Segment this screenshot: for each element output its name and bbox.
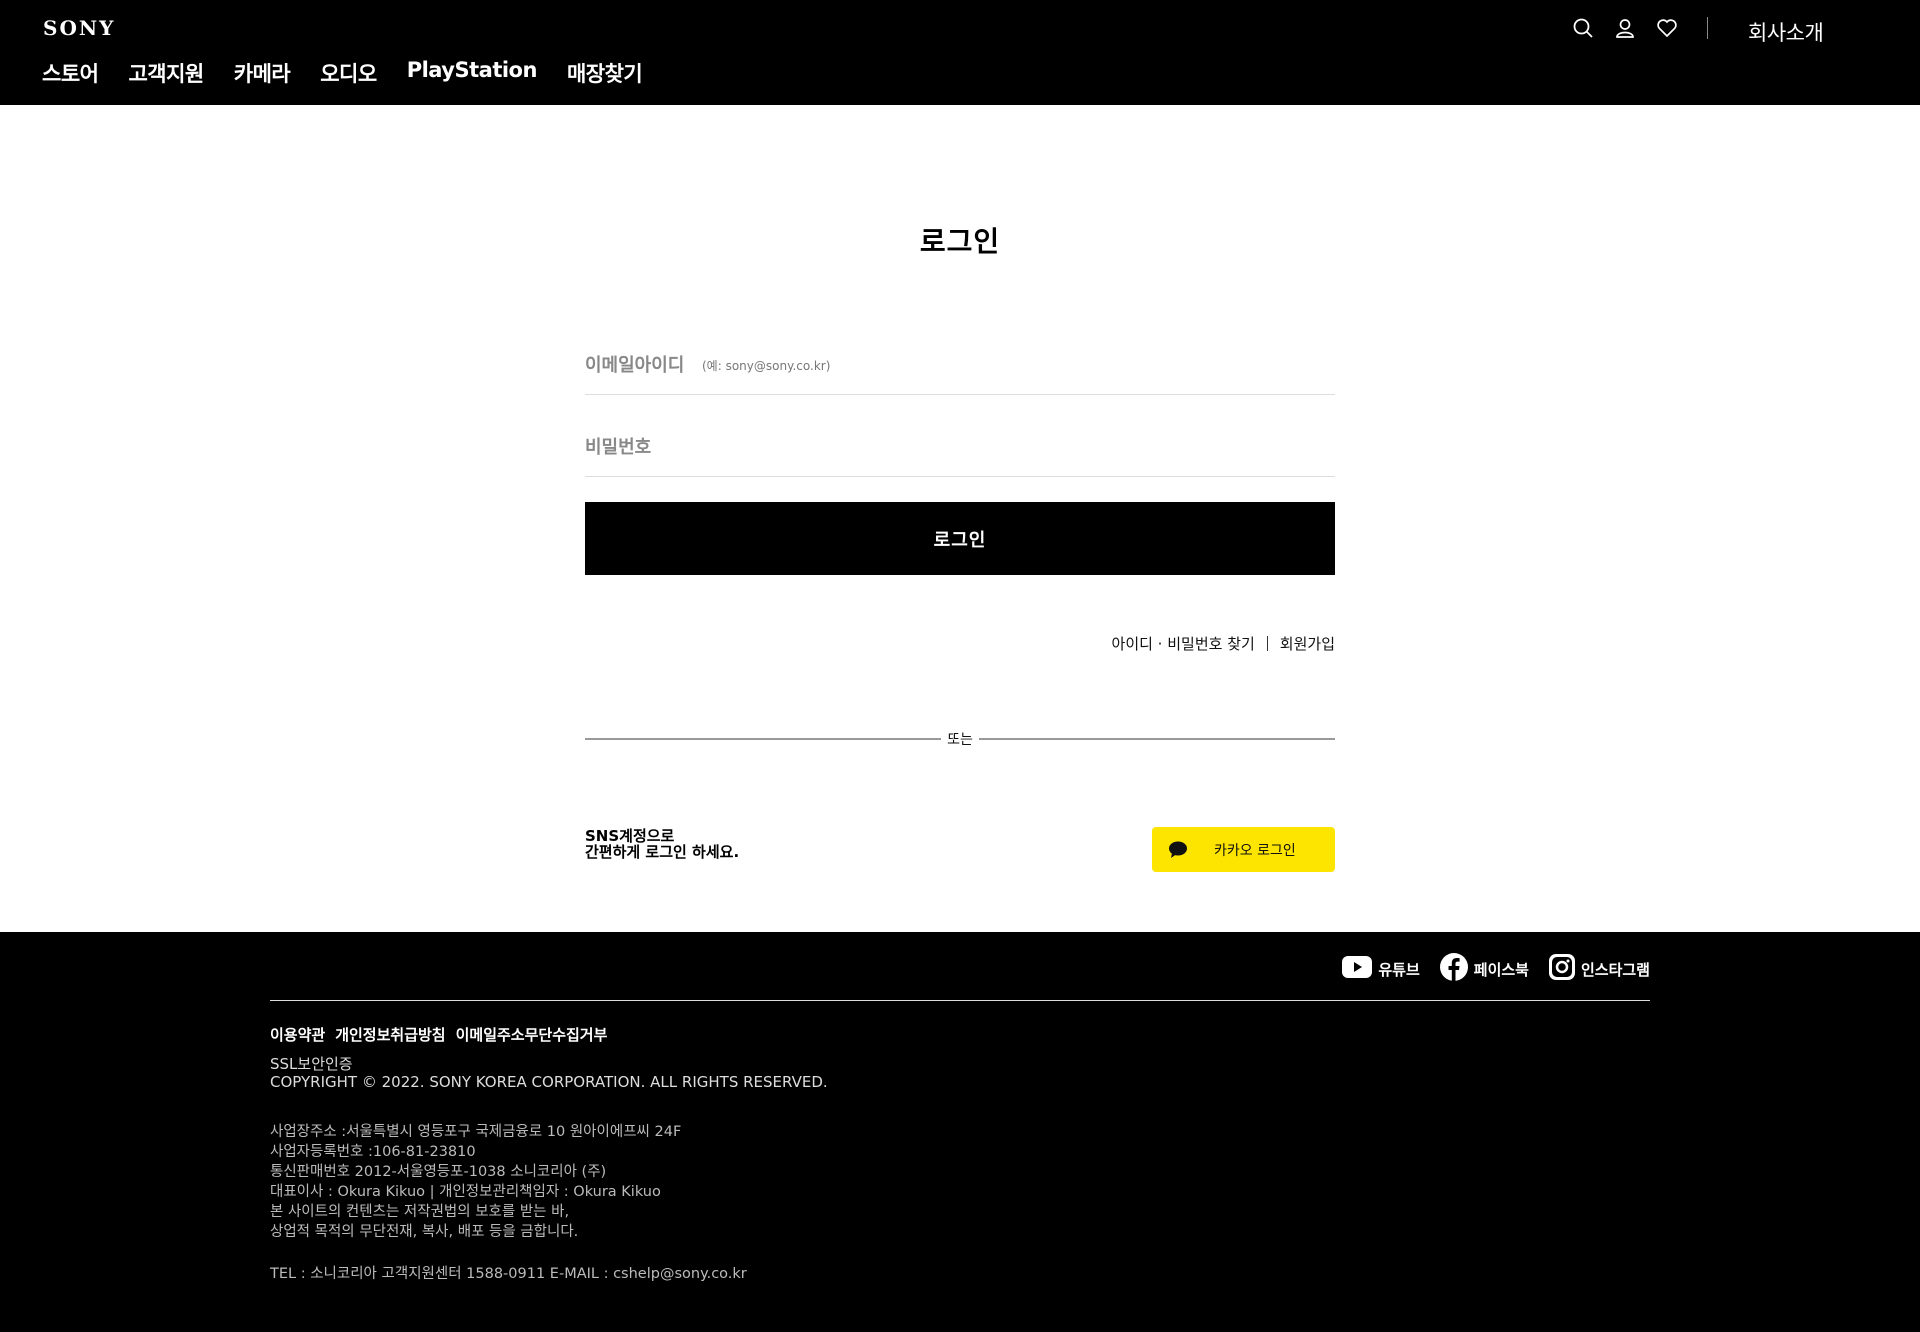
nav-item-store[interactable]: 스토어 (42, 58, 99, 88)
company-intro-link[interactable]: 회사소개 (1748, 17, 1824, 47)
email-collection-refusal-link[interactable]: 이메일주소무단수집거부 (456, 1024, 608, 1045)
link-separator (1266, 636, 1268, 651)
page-title: 로그인 (919, 225, 1001, 258)
contact-info: TEL : 소니코리아 고객지원센터 1588-0911 E-MAIL : cs… (270, 1266, 747, 1282)
speech-bubble-icon (1168, 840, 1188, 860)
facebook-icon (1439, 953, 1468, 985)
password-field[interactable]: 비밀번호 (585, 430, 1335, 477)
nav-item-camera[interactable]: 카메라 (234, 58, 291, 88)
sony-logo[interactable]: SONY (43, 16, 115, 40)
or-text: 또는 (941, 732, 979, 748)
footer-divider (270, 1000, 1650, 1001)
company-info-line: 본 사이트의 컨텐츠는 저작권법의 보호를 받는 바, (270, 1204, 570, 1220)
header-icons (1572, 17, 1678, 39)
kakao-login-button[interactable]: 카카오 로그인 (1152, 827, 1335, 872)
find-id-password-link[interactable]: 아이디 · 비밀번호 찾기 (1112, 633, 1255, 654)
account-links: 아이디 · 비밀번호 찾기 회원가입 (1112, 633, 1335, 654)
email-input[interactable] (585, 348, 1335, 394)
terms-link[interactable]: 이용약관 (270, 1024, 325, 1045)
privacy-policy-link[interactable]: 개인정보취급방침 (335, 1024, 445, 1045)
facebook-link[interactable]: 페이스북 (1439, 953, 1529, 985)
password-input[interactable] (585, 430, 1335, 476)
company-info-line: 대표이사 : Okura Kikuo | 개인정보관리책임자 : Okura K… (270, 1184, 661, 1200)
sns-line-2: 간편하게 로그인 하세요. (585, 843, 740, 861)
instagram-link[interactable]: 인스타그램 (1548, 954, 1650, 984)
kakao-login-label: 카카오 로그인 (1214, 842, 1296, 859)
company-info-line: 사업자등록번호 :106-81-23810 (270, 1144, 476, 1160)
company-info: 사업장주소 :서울특별시 영등포구 국제금융로 10 원아이에프씨 24F 사업… (270, 1122, 681, 1242)
ssl-certification[interactable]: SSL보안인증 (270, 1053, 353, 1074)
site-footer: 유튜브 페이스북 인스타그램 이용약관 개인정보취급방침 이메일주소무단수집거부… (0, 932, 1920, 1332)
or-divider: 또는 (0, 729, 1920, 749)
instagram-icon (1548, 954, 1575, 984)
sns-line-1: SNS계정으로 (585, 827, 675, 845)
company-info-line: 통신판매번호 2012-서울영등포-1038 소니코리아 (주) (270, 1164, 607, 1180)
facebook-label: 페이스북 (1473, 960, 1529, 979)
heart-icon[interactable] (1656, 17, 1678, 39)
company-info-line: 상업적 목적의 무단전재, 복사, 배포 등을 금합니다. (270, 1224, 579, 1240)
login-button[interactable]: 로그인 (585, 502, 1335, 575)
copyright: COPYRIGHT © 2022. SONY KOREA CORPORATION… (270, 1073, 828, 1091)
nav-item-audio[interactable]: 오디오 (320, 58, 377, 88)
site-header: SONY 스토어 고객지원 카메라 오디오 PlayStation 매장찾기 회… (0, 0, 1920, 105)
header-divider (1707, 17, 1708, 39)
nav-item-playstation[interactable]: PlayStation (407, 58, 538, 88)
user-icon[interactable] (1614, 17, 1636, 39)
search-icon[interactable] (1572, 17, 1594, 39)
company-info-line: 사업장주소 :서울특별시 영등포구 국제금융로 10 원아이에프씨 24F (270, 1124, 682, 1140)
social-links: 유튜브 페이스북 인스타그램 (1342, 953, 1650, 985)
youtube-link[interactable]: 유튜브 (1342, 956, 1420, 982)
email-field[interactable]: 이메일아이디 (예: sony@sony.co.kr) (585, 348, 1335, 395)
youtube-icon (1342, 956, 1373, 982)
nav-item-support[interactable]: 고객지원 (128, 58, 204, 88)
nav-item-store-locator[interactable]: 매장찾기 (567, 58, 643, 88)
youtube-label: 유튜브 (1378, 960, 1420, 979)
instagram-label: 인스타그램 (1580, 960, 1650, 979)
sns-login-text: SNS계정으로 간편하게 로그인 하세요. (585, 828, 739, 860)
signup-link[interactable]: 회원가입 (1280, 633, 1335, 654)
main-nav: 스토어 고객지원 카메라 오디오 PlayStation 매장찾기 (42, 58, 643, 88)
footer-links: 이용약관 개인정보취급방침 이메일주소무단수집거부 (270, 1024, 607, 1045)
